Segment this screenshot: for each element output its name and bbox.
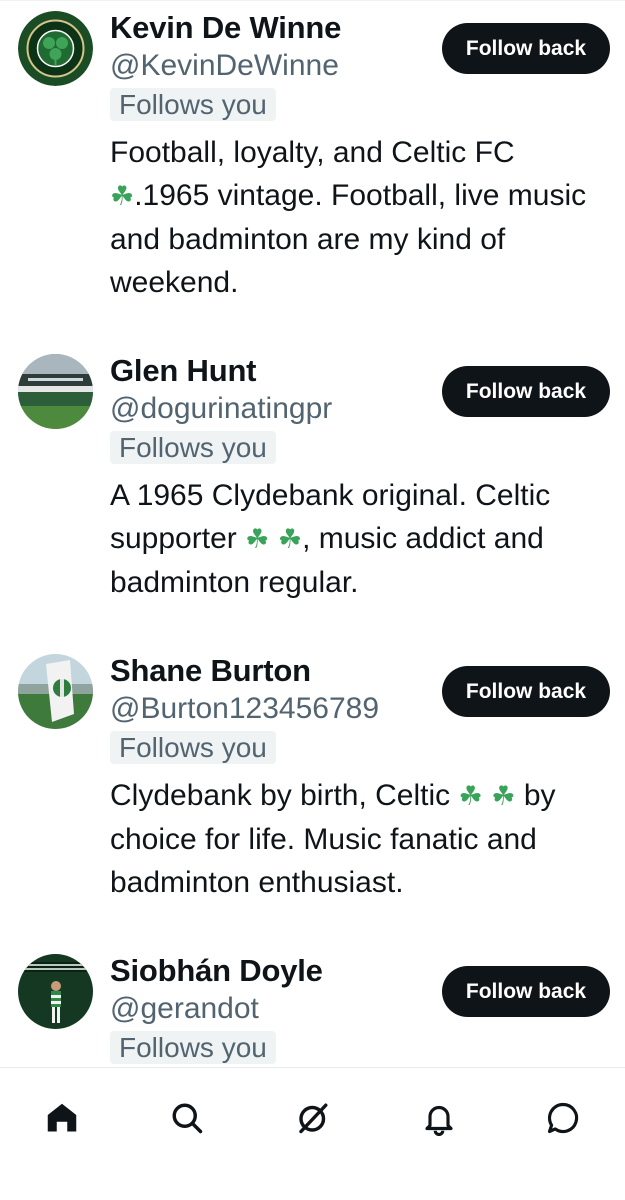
follows-you-badge: Follows you <box>110 88 276 121</box>
avatar[interactable] <box>18 654 93 729</box>
stadium-avatar-image <box>18 354 93 429</box>
follow-back-button[interactable]: Follow back <box>442 366 610 417</box>
follows-you-badge: Follows you <box>110 1031 276 1064</box>
follow-back-button[interactable]: Follow back <box>442 666 610 717</box>
grok-icon <box>299 1103 328 1134</box>
messages-icon <box>547 1102 579 1134</box>
avatar[interactable] <box>18 354 93 429</box>
bio-text: Football, loyalty, and Celtic FC <box>110 136 515 169</box>
user-bio: Clydebank by birth, Celtic ☘ ☘ by choice… <box>110 774 600 904</box>
bio-text: .1965 vintage. Football, live music and … <box>110 179 587 299</box>
bio-text: Clydebank by birth, Celtic <box>110 779 459 812</box>
avatar[interactable] <box>18 11 93 86</box>
tab-home[interactable] <box>32 1088 92 1148</box>
notifications-icon <box>425 1105 453 1136</box>
bottom-tab-bar <box>0 1067 625 1200</box>
player-avatar-image <box>18 954 93 1029</box>
tab-search[interactable] <box>157 1088 217 1148</box>
flag-avatar-image <box>18 654 93 729</box>
avatar[interactable] <box>18 954 93 1029</box>
celtic-crest-avatar-image <box>18 11 93 86</box>
tab-messages[interactable] <box>533 1088 593 1148</box>
home-icon <box>47 1103 77 1132</box>
shamrock-emoji: ☘ <box>110 181 135 212</box>
followers-list: Kevin De Winne @KevinDeWinne Follows you… <box>0 0 625 1066</box>
follows-you-badge: Follows you <box>110 431 276 464</box>
shamrock-emoji: ☘ ☘ <box>458 781 516 812</box>
user-bio: A 1965 Clydebank original. Celtic suppor… <box>110 474 600 604</box>
search-icon <box>172 1103 203 1134</box>
follows-you-badge: Follows you <box>110 731 276 764</box>
user-bio: Football, loyalty, and Celtic FC ☘.1965 … <box>110 131 600 304</box>
shamrock-emoji: ☘ ☘ <box>245 524 303 555</box>
follow-back-button[interactable]: Follow back <box>442 966 610 1017</box>
tab-notifications[interactable] <box>409 1088 469 1148</box>
tab-grok[interactable] <box>283 1088 343 1148</box>
follow-back-button[interactable]: Follow back <box>442 23 610 74</box>
